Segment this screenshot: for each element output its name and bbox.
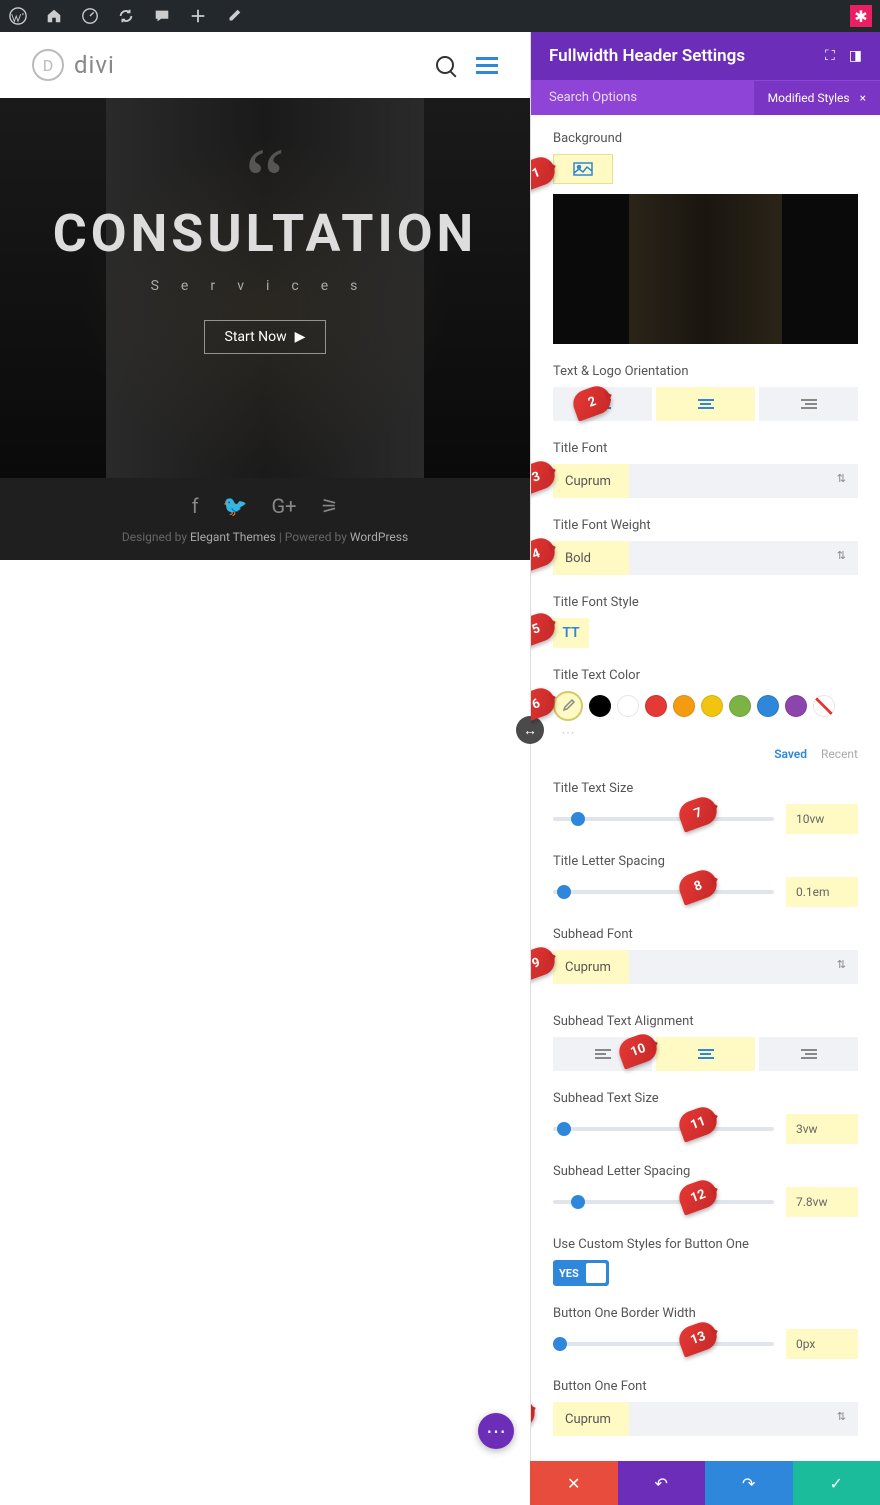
subhead-text-size-input[interactable]: 3vw — [786, 1114, 858, 1144]
color-swatch-red[interactable] — [645, 695, 667, 717]
facebook-icon[interactable]: f — [192, 494, 199, 518]
quote-icon: “ — [0, 158, 530, 203]
button-border-width-slider[interactable] — [553, 1342, 774, 1346]
edit-icon[interactable] — [224, 6, 244, 26]
star-icon[interactable]: ✱ — [850, 5, 872, 27]
expand-icon[interactable]: ⛶ — [825, 48, 835, 64]
wordpress-icon[interactable] — [8, 6, 28, 26]
search-options-tab[interactable]: Search Options — [531, 80, 754, 115]
button-font-select[interactable]: Cuprum — [553, 1402, 858, 1436]
custom-button-label: Use Custom Styles for Button One — [553, 1237, 858, 1252]
home-icon[interactable] — [44, 6, 64, 26]
title-text-size-input[interactable]: 10vw — [786, 804, 858, 834]
comment-icon[interactable] — [152, 6, 172, 26]
button-border-width-input[interactable]: 0px — [786, 1329, 858, 1359]
page-preview: D divi “ CONSULTATION Services Start Now… — [0, 32, 530, 1505]
save-button[interactable]: ✓ — [793, 1461, 880, 1505]
resize-handle[interactable]: ↔ — [516, 716, 544, 744]
hero-cta-button[interactable]: Start Now ▶ — [204, 320, 327, 354]
title-font-select[interactable]: Cuprum — [553, 464, 858, 498]
color-swatch-blue[interactable] — [757, 695, 779, 717]
add-icon[interactable] — [188, 6, 208, 26]
title-text-color-label: Title Text Color — [553, 668, 858, 683]
search-icon[interactable] — [436, 56, 454, 74]
google-plus-icon[interactable]: G+ — [271, 494, 296, 518]
dock-icon[interactable]: ◨ — [849, 48, 862, 64]
site-footer: f 🐦 G+ ⚞ Designed by Elegant Themes | Po… — [0, 478, 530, 560]
subhead-font-label: Subhead Font — [553, 927, 858, 942]
button-border-width-label: Button One Border Width — [553, 1306, 858, 1321]
panel-tabs: Search Options Modified Styles × — [531, 80, 880, 115]
logo-mark: D — [32, 49, 64, 81]
settings-panel: Fullwidth Header Settings ⛶ ◨ Search Opt… — [530, 32, 880, 1505]
subhead-align-center[interactable] — [656, 1037, 755, 1071]
background-label: Background — [553, 131, 858, 146]
play-icon: ▶ — [295, 329, 306, 345]
color-swatch-orange[interactable] — [673, 695, 695, 717]
subhead-letter-spacing-label: Subhead Letter Spacing — [553, 1164, 858, 1179]
title-font-label: Title Font — [553, 441, 858, 456]
subhead-align-right[interactable] — [759, 1037, 858, 1071]
title-font-style-label: Title Font Style — [553, 595, 858, 610]
title-font-weight-label: Title Font Weight — [553, 518, 858, 533]
subhead-text-size-label: Subhead Text Size — [553, 1091, 858, 1106]
footer-link-company[interactable]: Elegant Themes — [190, 530, 276, 544]
subhead-font-select[interactable]: Cuprum — [553, 950, 858, 984]
undo-button[interactable]: ↶ — [618, 1461, 706, 1505]
subhead-alignment-label: Subhead Text Alignment — [553, 1014, 858, 1029]
title-letter-spacing-label: Title Letter Spacing — [553, 854, 858, 869]
saved-colors-tab[interactable]: Saved — [774, 747, 807, 761]
modified-styles-tab[interactable]: Modified Styles × — [754, 81, 880, 115]
align-right-button[interactable] — [759, 387, 858, 421]
title-text-size-label: Title Text Size — [553, 781, 858, 796]
color-swatch-white[interactable] — [617, 695, 639, 717]
color-swatch-black[interactable] — [589, 695, 611, 717]
close-icon[interactable]: × — [860, 91, 866, 105]
refresh-icon[interactable] — [116, 6, 136, 26]
more-colors-icon[interactable]: ⋯ — [561, 725, 858, 741]
wp-admin-bar[interactable]: ✱ — [0, 0, 880, 32]
annotation-marker-1: 1 — [531, 153, 559, 192]
panel-footer: ✕ ↶ ↷ ✓ — [530, 1461, 880, 1505]
cancel-button[interactable]: ✕ — [530, 1461, 618, 1505]
color-swatch-green[interactable] — [729, 695, 751, 717]
background-preview[interactable] — [553, 194, 858, 344]
color-swatch-yellow[interactable] — [701, 695, 723, 717]
subhead-text-size-slider[interactable] — [553, 1127, 774, 1131]
button-font-label: Button One Font — [553, 1379, 858, 1394]
menu-icon[interactable] — [476, 57, 498, 74]
align-center-button[interactable] — [656, 387, 755, 421]
footer-link-cms[interactable]: WordPress — [350, 530, 408, 544]
panel-header: Fullwidth Header Settings ⛶ ◨ — [531, 32, 880, 80]
recent-colors-tab[interactable]: Recent — [821, 747, 858, 761]
orientation-label: Text & Logo Orientation — [553, 364, 858, 379]
title-letter-spacing-input[interactable]: 0.1em — [786, 877, 858, 907]
rss-icon[interactable]: ⚞ — [320, 494, 338, 518]
panel-title: Fullwidth Header Settings — [549, 46, 745, 66]
title-letter-spacing-slider[interactable] — [553, 890, 774, 894]
redo-button[interactable]: ↷ — [705, 1461, 793, 1505]
subhead-letter-spacing-slider[interactable] — [553, 1200, 774, 1204]
hero-subtitle: Services — [0, 278, 530, 294]
hero-title: CONSULTATION — [0, 203, 530, 264]
site-header: D divi — [0, 32, 530, 98]
subhead-letter-spacing-input[interactable]: 7.8vw — [786, 1187, 858, 1217]
fab-menu-button[interactable]: ⋯ — [478, 1413, 514, 1449]
title-text-size-slider[interactable] — [553, 817, 774, 821]
hero-section: “ CONSULTATION Services Start Now ▶ — [0, 98, 530, 478]
logo-text: divi — [74, 51, 115, 79]
color-swatch-none[interactable] — [813, 695, 835, 717]
twitter-icon[interactable]: 🐦 — [223, 494, 248, 518]
footer-credits: Designed by Elegant Themes | Powered by … — [0, 530, 530, 544]
title-font-weight-select[interactable]: Bold — [553, 541, 858, 575]
site-logo[interactable]: D divi — [32, 49, 115, 81]
dashboard-icon[interactable] — [80, 6, 100, 26]
color-swatch-purple[interactable] — [785, 695, 807, 717]
custom-button-toggle[interactable]: YES — [553, 1260, 609, 1286]
annotation-marker-14: 14 — [531, 1395, 539, 1434]
